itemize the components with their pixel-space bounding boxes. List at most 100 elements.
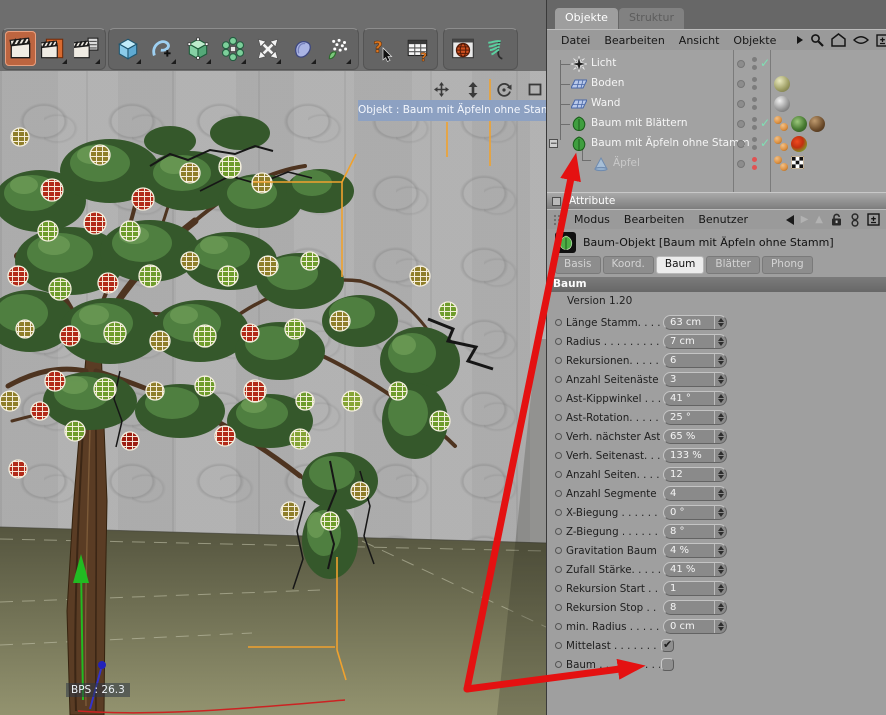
tab-objekte[interactable]: Objekte: [555, 8, 618, 29]
spinner[interactable]: [714, 601, 726, 614]
add-nurbs-button[interactable]: [182, 31, 213, 66]
laenge-stamm-field[interactable]: 63 cm: [663, 315, 727, 330]
layer-dot[interactable]: [737, 100, 745, 108]
visibility-dots-off[interactable]: [752, 157, 758, 171]
add-bone-deformer-button[interactable]: [287, 31, 318, 66]
spinner[interactable]: [714, 373, 726, 386]
layer-dot[interactable]: [737, 80, 745, 88]
tab-koord[interactable]: Koord.: [602, 256, 654, 274]
baum-checkbox[interactable]: [661, 658, 674, 671]
visibility-dots[interactable]: [752, 77, 758, 91]
ast-kippwinkel-field[interactable]: 41 °: [663, 391, 727, 406]
tab-blaetter[interactable]: Blätter: [706, 256, 760, 274]
visibility-dots[interactable]: [752, 137, 758, 151]
eye-icon[interactable]: [853, 35, 870, 45]
object-name[interactable]: Boden: [591, 77, 624, 89]
spinner[interactable]: [714, 506, 726, 519]
min-radius-field[interactable]: 0 cm: [663, 619, 727, 634]
spinner[interactable]: [714, 563, 726, 576]
object-name[interactable]: Licht: [591, 57, 616, 69]
spinner[interactable]: [714, 544, 726, 557]
phong-tag[interactable]: [774, 156, 789, 172]
object-row-baum-mit-aepfeln[interactable]: − Baum mit Äpfeln ohne Stamm ✓: [547, 134, 886, 154]
zoom-icon[interactable]: [464, 81, 481, 98]
spinner[interactable]: [714, 525, 726, 538]
menu-bearbeiten-attr[interactable]: Bearbeiten: [624, 213, 684, 226]
phong-tag[interactable]: [774, 116, 789, 132]
add-deformer-arrows-button[interactable]: [252, 31, 283, 66]
add-spline-button[interactable]: [147, 31, 178, 66]
context-help-button[interactable]: ?: [367, 31, 398, 66]
spinner[interactable]: [714, 430, 726, 443]
hair-module-button[interactable]: [482, 31, 513, 66]
rekursionen-field[interactable]: 6: [663, 353, 727, 368]
add-icon[interactable]: [867, 213, 880, 226]
visibility-dots[interactable]: [752, 57, 758, 71]
rekursion-stop-field[interactable]: 8: [663, 600, 727, 615]
back-arrow-icon[interactable]: [785, 214, 794, 225]
history-icon[interactable]: [850, 212, 860, 227]
layer-dot[interactable]: [737, 160, 745, 168]
forward-arrow-icon[interactable]: ▶: [801, 214, 809, 225]
material-sphere-apple[interactable]: [791, 136, 807, 152]
content-browser-button[interactable]: ?: [402, 31, 433, 66]
object-row-baum-mit-blaettern[interactable]: Baum mit Blättern ✓: [547, 114, 886, 134]
anzahl-segmente-field[interactable]: 4: [663, 486, 727, 501]
zufall-staerke-field[interactable]: 41 %: [663, 562, 727, 577]
layer-dot[interactable]: [737, 120, 745, 128]
radius-field[interactable]: 7 cm: [663, 334, 727, 349]
add-particle-emitter-button[interactable]: [322, 31, 353, 66]
verh-naechster-ast-field[interactable]: 65 %: [663, 429, 727, 444]
spinner[interactable]: [714, 487, 726, 500]
checker-tag[interactable]: [790, 155, 805, 172]
enabled-check[interactable]: ✓: [760, 56, 770, 70]
add-modeling-object-button[interactable]: [217, 31, 248, 66]
object-name[interactable]: Wand: [591, 97, 620, 109]
enabled-check[interactable]: ✓: [760, 116, 770, 130]
anzahl-seiten-field[interactable]: 12: [663, 467, 727, 482]
grip-icon[interactable]: [553, 213, 566, 226]
tab-basis[interactable]: Basis: [555, 256, 601, 274]
viewport-3d[interactable]: Objekt : Baum mit Äpfeln ohne Stamm BPS …: [0, 71, 546, 715]
online-globe-button[interactable]: [447, 31, 478, 66]
search-icon[interactable]: [810, 33, 825, 47]
object-row-wand[interactable]: Wand: [547, 94, 886, 114]
mittelast-checkbox[interactable]: [661, 638, 674, 652]
spinner[interactable]: [714, 411, 726, 424]
spinner[interactable]: [714, 316, 726, 329]
gravitation-baum-field[interactable]: 4 %: [663, 543, 727, 558]
section-header-baum[interactable]: Baum: [547, 277, 886, 292]
rekursion-start-field[interactable]: 1: [663, 581, 727, 596]
z-biegung-field[interactable]: 8 °: [663, 524, 727, 539]
object-name[interactable]: Baum mit Äpfeln ohne Stamm: [591, 137, 750, 149]
panel-gadget-icon[interactable]: [552, 197, 561, 206]
add-icon[interactable]: [876, 33, 886, 47]
z-axis-arrow[interactable]: [98, 661, 106, 669]
render-view-button[interactable]: [5, 31, 36, 66]
visibility-dots[interactable]: [752, 117, 758, 131]
lock-icon[interactable]: [830, 213, 843, 226]
material-sphere-bark[interactable]: [809, 116, 825, 132]
material-sphere-leaves[interactable]: [791, 116, 807, 132]
spinner[interactable]: [714, 354, 726, 367]
enabled-check[interactable]: ✓: [760, 136, 770, 150]
spinner[interactable]: [714, 335, 726, 348]
layer-dot[interactable]: [737, 140, 745, 148]
menu-ansicht[interactable]: Ansicht: [679, 34, 720, 47]
menu-bearbeiten[interactable]: Bearbeiten: [604, 34, 664, 47]
render-picture-viewer-button[interactable]: [38, 31, 69, 66]
verh-seitenast-field[interactable]: 133 %: [663, 448, 727, 463]
menu-benutzer[interactable]: Benutzer: [698, 213, 748, 226]
spinner[interactable]: [714, 582, 726, 595]
maximize-icon[interactable]: [526, 81, 543, 98]
add-primitive-cube-button[interactable]: [112, 31, 143, 66]
material-sphere-olive[interactable]: [774, 76, 790, 92]
overflow-arrow-icon[interactable]: [797, 36, 804, 44]
tab-struktur[interactable]: Struktur: [619, 8, 684, 29]
anzahl-seitenaeste-field[interactable]: 3: [663, 372, 727, 387]
tab-baum[interactable]: Baum: [655, 256, 705, 274]
render-settings-button[interactable]: [71, 31, 102, 66]
object-name[interactable]: Äpfel: [613, 157, 640, 169]
menu-objekte[interactable]: Objekte: [733, 34, 776, 47]
up-arrow-icon[interactable]: ▲: [815, 214, 823, 225]
